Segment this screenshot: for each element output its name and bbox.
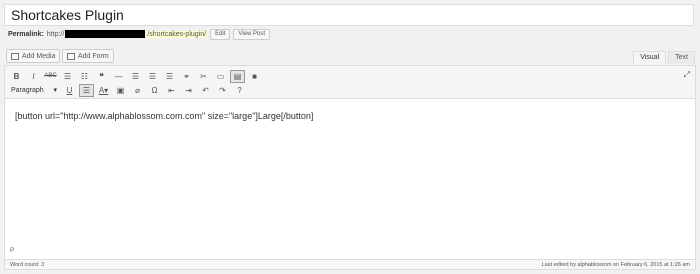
bold-icon[interactable]: B xyxy=(9,70,24,83)
align-left-icon[interactable]: ☰ xyxy=(128,70,143,83)
view-post-button[interactable]: View Post xyxy=(233,28,270,40)
add-media-label: Add Media xyxy=(22,52,56,60)
toolbar-toggle-icon[interactable]: ▤ xyxy=(230,69,245,83)
remove-link-icon[interactable]: ✂ xyxy=(196,70,211,83)
permalink-bar: Permalink: http:// /shortcakes-plugin/ E… xyxy=(8,27,270,41)
toolbar-row-2: Paragraph ▾ U ☰ A▾ ▣ ⌀ Ω ⇤ ⇥ ↶ ↷ ? xyxy=(9,83,249,97)
undo-icon[interactable]: ↶ xyxy=(198,84,213,97)
tab-visual[interactable]: Visual xyxy=(633,51,667,64)
redacted-domain xyxy=(65,30,146,38)
permalink-prefix: http:// xyxy=(46,30,65,38)
add-form-label: Add Form xyxy=(78,52,109,60)
editor-content[interactable]: [button url="http://www.alphablossom.com… xyxy=(15,111,313,121)
clear-formatting-icon[interactable]: ⌀ xyxy=(130,84,145,97)
video-icon[interactable]: ■ xyxy=(247,70,262,83)
chevron-down-icon: ▾ xyxy=(53,87,57,94)
read-more-icon[interactable]: ▭ xyxy=(213,70,228,83)
italic-icon[interactable]: I xyxy=(26,70,41,83)
tab-text[interactable]: Text xyxy=(668,51,695,64)
status-bar: Word count: 3 Last edited by alphablosso… xyxy=(4,260,696,270)
last-edited: Last edited by alphablossom on February … xyxy=(541,261,690,268)
format-select-value: Paragraph xyxy=(11,86,44,94)
align-right-icon[interactable]: ☰ xyxy=(162,70,177,83)
media-icon xyxy=(11,52,19,60)
edit-permalink-button[interactable]: Edit xyxy=(210,28,231,40)
post-title-input[interactable]: Shortcakes Plugin xyxy=(4,4,694,26)
add-form-button[interactable]: Add Form xyxy=(62,49,114,63)
strikethrough-icon[interactable]: ABC xyxy=(43,70,58,83)
format-select[interactable]: Paragraph ▾ xyxy=(9,84,59,96)
underline-icon[interactable]: U xyxy=(62,84,77,97)
justify-icon[interactable]: ☰ xyxy=(79,83,94,97)
horizontal-rule-icon[interactable]: — xyxy=(111,70,126,83)
toolbar-row-1: B I ABC ☰ ☷ ❝ — ☰ ☰ ☰ ⚭ ✂ ▭ ▤ ■ xyxy=(9,69,264,83)
insert-link-icon[interactable]: ⚭ xyxy=(179,70,194,83)
element-path[interactable]: P xyxy=(10,248,14,254)
blockquote-icon[interactable]: ❝ xyxy=(94,70,109,83)
form-icon xyxy=(67,52,75,60)
editor: B I ABC ☰ ☷ ❝ — ☰ ☰ ☰ ⚭ ✂ ▭ ▤ ■ Paragrap… xyxy=(4,65,696,260)
bullet-list-icon[interactable]: ☰ xyxy=(60,70,75,83)
add-media-button[interactable]: Add Media xyxy=(6,49,61,63)
numbered-list-icon[interactable]: ☷ xyxy=(77,70,92,83)
special-character-icon[interactable]: Ω xyxy=(147,84,162,97)
permalink-slug[interactable]: /shortcakes-plugin/ xyxy=(146,30,208,38)
permalink-label: Permalink: xyxy=(8,30,44,38)
editor-toolbar: B I ABC ☰ ☷ ❝ — ☰ ☰ ☰ ⚭ ✂ ▭ ▤ ■ Paragrap… xyxy=(5,66,695,99)
fullscreen-icon[interactable]: ⤢ xyxy=(684,70,690,80)
help-icon[interactable]: ? xyxy=(232,84,247,97)
align-center-icon[interactable]: ☰ xyxy=(145,70,160,83)
outdent-icon[interactable]: ⇤ xyxy=(164,84,179,97)
word-count: Word count: 3 xyxy=(10,261,45,268)
indent-icon[interactable]: ⇥ xyxy=(181,84,196,97)
paste-text-icon[interactable]: ▣ xyxy=(113,84,128,97)
editor-tabs: Visual Text xyxy=(631,51,695,64)
redo-icon[interactable]: ↷ xyxy=(215,84,230,97)
text-color-icon[interactable]: A▾ xyxy=(96,84,111,97)
